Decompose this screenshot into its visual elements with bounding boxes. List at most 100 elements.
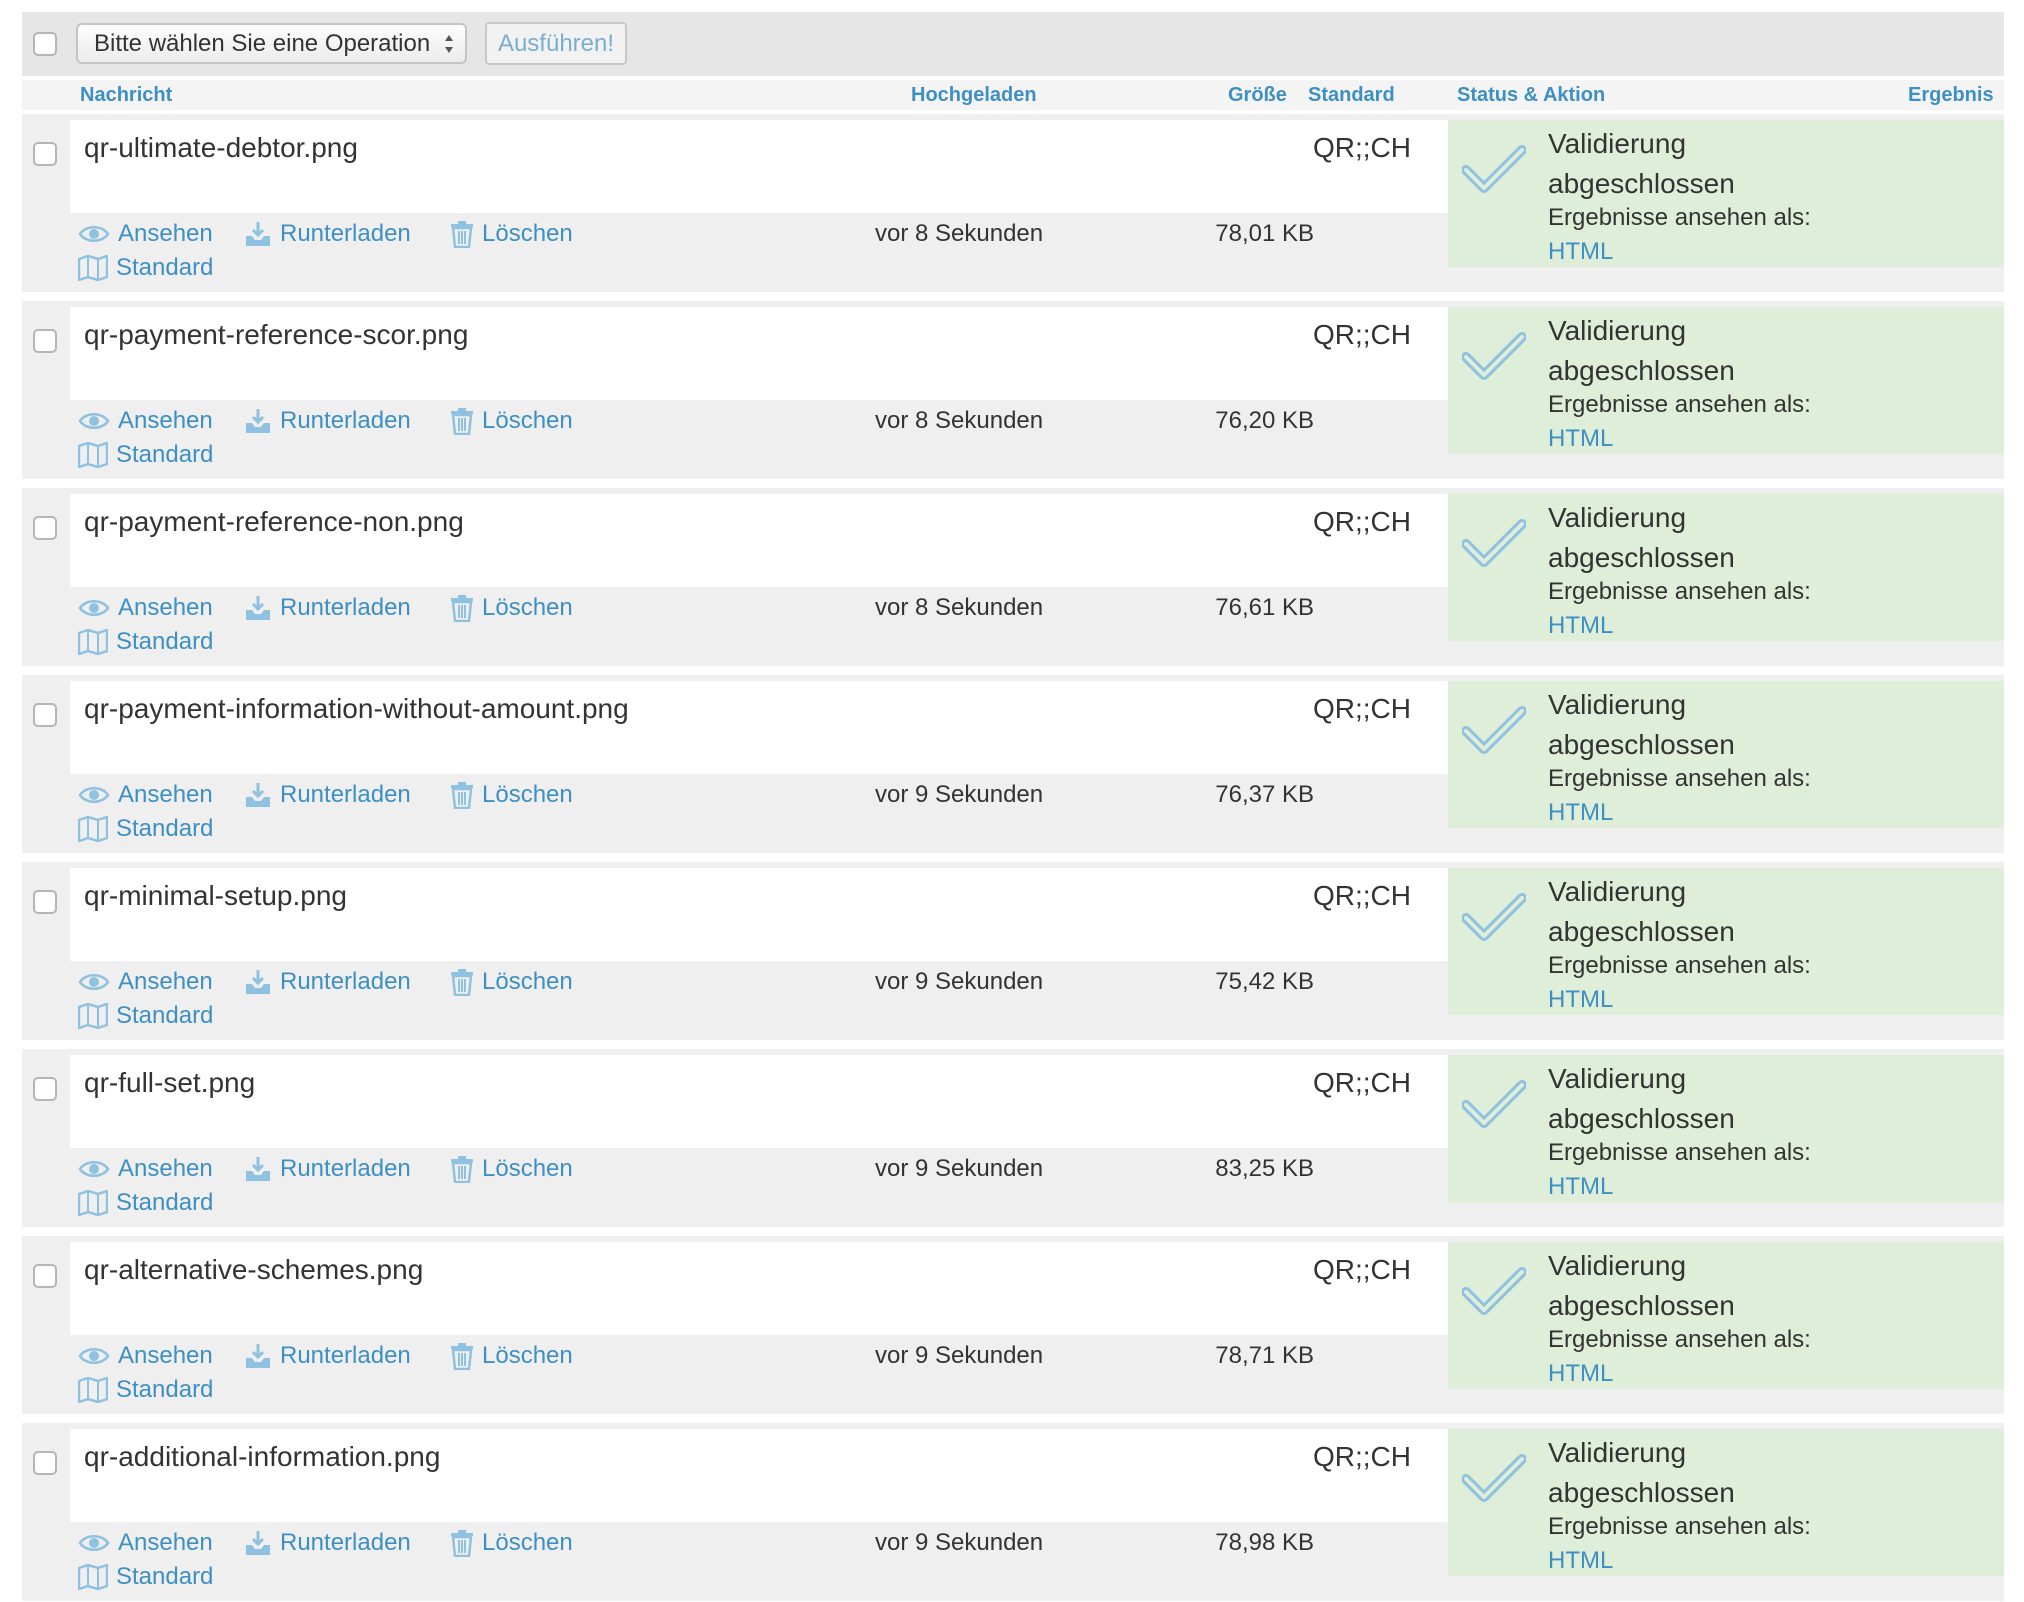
status-panel: Validierung abgeschlossen Ergebnisse ans…: [1448, 1055, 2004, 1202]
view-link[interactable]: Ansehen: [78, 594, 213, 622]
download-icon: [246, 1344, 270, 1368]
standard-label: Standard: [116, 1002, 214, 1029]
delete-link[interactable]: Löschen: [450, 594, 573, 622]
row-checkbox[interactable]: [33, 1264, 57, 1288]
standard-link[interactable]: Standard: [78, 441, 213, 469]
status-panel: Validierung abgeschlossen Ergebnisse ans…: [1448, 868, 2004, 1015]
status-title: Validierung abgeschlossen: [1548, 1063, 1735, 1134]
standard-link[interactable]: Standard: [78, 1563, 213, 1591]
download-link[interactable]: Runterladen: [244, 220, 411, 248]
bulk-action-toolbar: Bitte wählen Sie eine Operation Ausführe…: [22, 12, 2004, 76]
view-link[interactable]: Ansehen: [78, 1155, 213, 1183]
file-size: 76,20 KB: [1215, 407, 1314, 434]
file-name: qr-payment-reference-scor.png: [84, 319, 469, 350]
standard-label: Standard: [116, 815, 214, 842]
standard-label: Standard: [116, 1189, 214, 1216]
view-label: Ansehen: [118, 594, 213, 621]
operation-select[interactable]: Bitte wählen Sie eine Operation: [76, 23, 467, 64]
delete-link[interactable]: Löschen: [450, 220, 573, 248]
delete-link[interactable]: Löschen: [450, 781, 573, 809]
file-size: 75,42 KB: [1215, 968, 1314, 995]
delete-label: Löschen: [482, 220, 573, 247]
select-all-checkbox[interactable]: [33, 32, 57, 56]
view-link[interactable]: Ansehen: [78, 1342, 213, 1370]
table-row: qr-alternative-schemes.png QR;;CH Ansehe…: [22, 1236, 2004, 1414]
trash-icon: [451, 1530, 473, 1557]
status-panel: Validierung abgeschlossen Ergebnisse ans…: [1448, 1242, 2004, 1389]
file-standard: QR;;CH: [1313, 880, 1411, 911]
file-standard: QR;;CH: [1313, 506, 1411, 537]
file-size: 83,25 KB: [1215, 1155, 1314, 1182]
html-result-link[interactable]: HTML: [1548, 1360, 1613, 1388]
status-panel: Validierung abgeschlossen Ergebnisse ans…: [1448, 681, 2004, 828]
standard-label: Standard: [116, 1376, 214, 1403]
status-title: Validierung abgeschlossen: [1548, 1250, 1735, 1321]
delete-link[interactable]: Löschen: [450, 1342, 573, 1370]
eye-icon: [78, 1348, 110, 1364]
html-result-link[interactable]: HTML: [1548, 612, 1613, 640]
run-button[interactable]: Ausführen!: [485, 22, 627, 65]
row-checkbox[interactable]: [33, 1451, 57, 1475]
row-checkbox[interactable]: [33, 142, 57, 166]
trash-icon: [451, 1156, 473, 1183]
download-label: Runterladen: [280, 1342, 411, 1369]
download-link[interactable]: Runterladen: [244, 1155, 411, 1183]
html-result-link[interactable]: HTML: [1548, 425, 1613, 453]
html-result-link[interactable]: HTML: [1548, 1547, 1613, 1575]
table-row: qr-additional-information.png QR;;CH Ans…: [22, 1423, 2004, 1601]
download-icon: [246, 970, 270, 994]
status-results-label: Ergebnisse ansehen als:: [1548, 1326, 1811, 1353]
delete-link[interactable]: Löschen: [450, 968, 573, 996]
uploaded-time: vor 9 Sekunden: [875, 1155, 1044, 1182]
eye-icon: [78, 1535, 110, 1551]
row-checkbox[interactable]: [33, 703, 57, 727]
download-link[interactable]: Runterladen: [244, 1529, 411, 1557]
standard-link[interactable]: Standard: [78, 1002, 213, 1030]
status-title: Validierung abgeschlossen: [1548, 315, 1735, 386]
col-result[interactable]: Ergebnis: [1908, 84, 1994, 107]
file-standard: QR;;CH: [1313, 693, 1411, 724]
row-checkbox[interactable]: [33, 1077, 57, 1101]
view-link[interactable]: Ansehen: [78, 220, 213, 248]
download-link[interactable]: Runterladen: [244, 594, 411, 622]
view-link[interactable]: Ansehen: [78, 968, 213, 996]
delete-link[interactable]: Löschen: [450, 1529, 573, 1557]
file-standard: QR;;CH: [1313, 1441, 1411, 1472]
standard-link[interactable]: Standard: [78, 628, 213, 656]
download-link[interactable]: Runterladen: [244, 407, 411, 435]
col-status-action[interactable]: Status & Aktion: [1457, 84, 1605, 107]
standard-link[interactable]: Standard: [78, 815, 213, 843]
col-standard[interactable]: Standard: [1308, 84, 1395, 107]
row-checkbox[interactable]: [33, 329, 57, 353]
delete-link[interactable]: Löschen: [450, 407, 573, 435]
html-result-link[interactable]: HTML: [1548, 986, 1613, 1014]
row-checkbox[interactable]: [33, 516, 57, 540]
col-size[interactable]: Größe: [1228, 84, 1287, 107]
download-link[interactable]: Runterladen: [244, 781, 411, 809]
delete-label: Löschen: [482, 968, 573, 995]
standard-link[interactable]: Standard: [78, 254, 213, 282]
col-uploaded[interactable]: Hochgeladen: [911, 84, 1037, 107]
html-result-link[interactable]: HTML: [1548, 799, 1613, 827]
file-name: qr-ultimate-debtor.png: [84, 132, 358, 163]
table-row: qr-payment-reference-non.png QR;;CH Anse…: [22, 488, 2004, 666]
download-label: Runterladen: [280, 1155, 411, 1182]
html-result-link[interactable]: HTML: [1548, 1173, 1613, 1201]
delete-link[interactable]: Löschen: [450, 1155, 573, 1183]
col-message[interactable]: Nachricht: [80, 84, 172, 107]
status-panel: Validierung abgeschlossen Ergebnisse ans…: [1448, 1429, 2004, 1576]
download-icon: [246, 409, 270, 433]
row-checkbox[interactable]: [33, 890, 57, 914]
uploaded-time: vor 8 Sekunden: [875, 407, 1044, 434]
html-result-link[interactable]: HTML: [1548, 238, 1613, 266]
delete-label: Löschen: [482, 407, 573, 434]
view-link[interactable]: Ansehen: [78, 407, 213, 435]
download-link[interactable]: Runterladen: [244, 968, 411, 996]
download-icon: [246, 1157, 270, 1181]
download-link[interactable]: Runterladen: [244, 1342, 411, 1370]
standard-link[interactable]: Standard: [78, 1376, 213, 1404]
standard-link[interactable]: Standard: [78, 1189, 213, 1217]
view-link[interactable]: Ansehen: [78, 781, 213, 809]
status-panel: Validierung abgeschlossen Ergebnisse ans…: [1448, 494, 2004, 641]
view-link[interactable]: Ansehen: [78, 1529, 213, 1557]
